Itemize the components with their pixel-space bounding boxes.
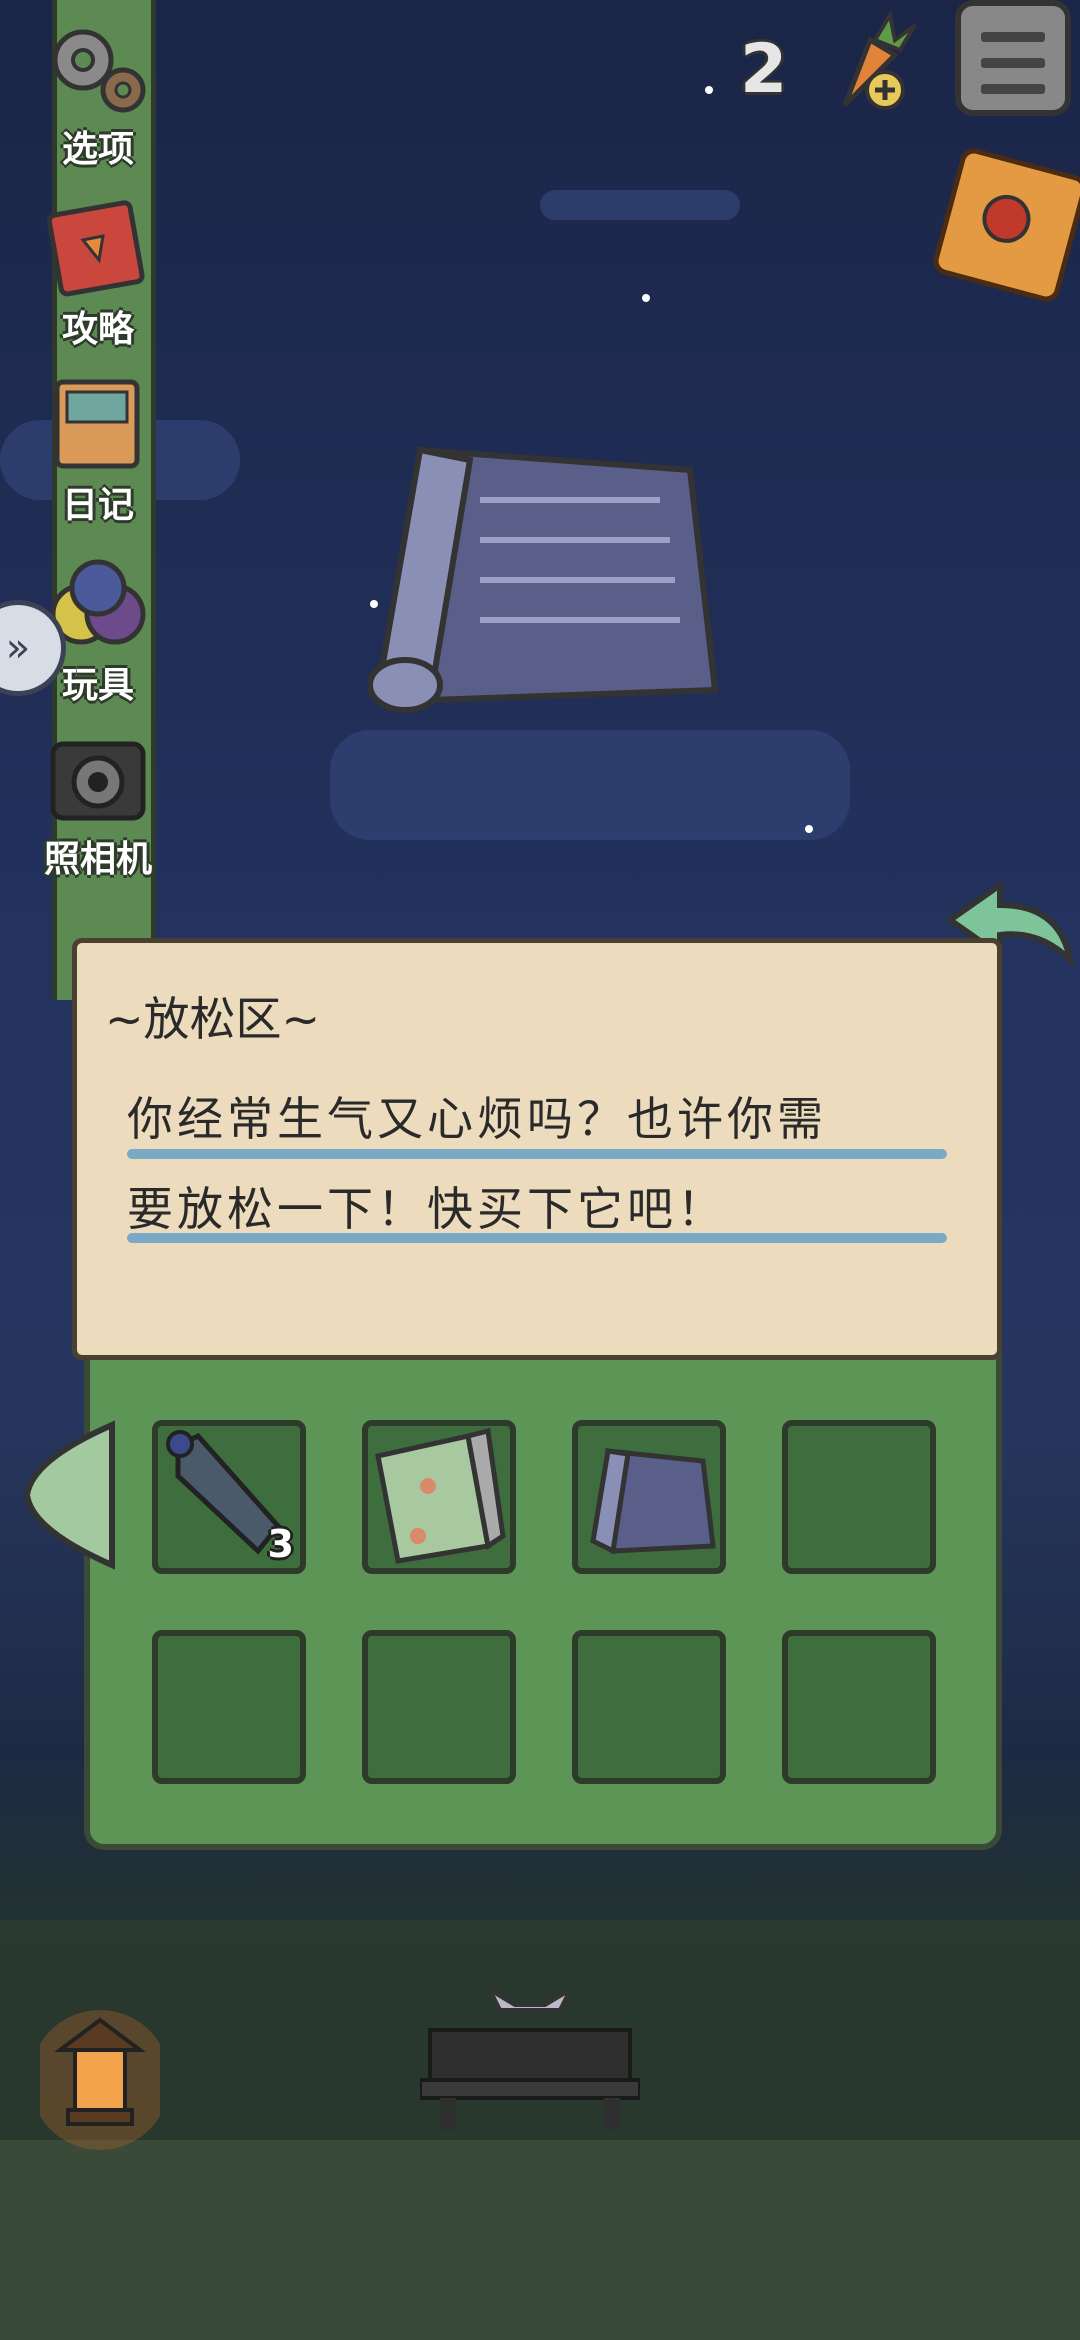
menu-button[interactable] — [955, 0, 1071, 116]
picnic-mat-icon — [375, 1427, 506, 1564]
rolled-mat-icon — [590, 1448, 716, 1555]
previous-page-arrow-button[interactable] — [22, 1420, 122, 1570]
inventory-slot[interactable] — [782, 1420, 936, 1574]
cloud — [330, 730, 850, 840]
item-category-title: ~放松区~ — [105, 992, 321, 1046]
camera-icon — [43, 730, 153, 830]
star — [705, 86, 713, 94]
cloud — [540, 190, 740, 220]
inventory-slot[interactable] — [572, 1630, 726, 1784]
item-description-line: 要放松一下！快买下它吧！ — [127, 1182, 727, 1236]
inventory-slot[interactable] — [362, 1420, 516, 1574]
divider — [127, 1149, 947, 1159]
item-info-panel: ~放松区~ 你经常生气又心烦吗？也许你需 要放松一下！快买下它吧！ — [72, 938, 1002, 1360]
star — [805, 825, 813, 833]
sidebar-item-camera[interactable]: 照相机 — [28, 730, 168, 882]
item-description-line: 你经常生气又心烦吗？也许你需 — [127, 1092, 827, 1146]
sidebar-item-label: 日记 — [61, 485, 134, 526]
sidebar-item-label: 照相机 — [43, 839, 152, 880]
inventory-grid: 3 — [84, 1330, 1002, 1850]
sidebar-item-label: 选项 — [61, 129, 134, 170]
carrot-plus-icon — [842, 9, 917, 110]
sidebar-item-options[interactable]: 选项 — [28, 20, 168, 172]
add-carrots-button[interactable] — [815, 9, 925, 120]
menu-icon-bar — [981, 32, 1045, 42]
inventory-slot[interactable] — [152, 1630, 306, 1784]
menu-icon-bar — [981, 58, 1045, 68]
inventory-slot[interactable] — [362, 1630, 516, 1784]
double-chevron-right-icon: » — [5, 625, 31, 671]
inventory-slot[interactable]: 3 — [152, 1420, 306, 1574]
ground — [0, 2140, 1080, 2340]
divider — [127, 1233, 947, 1243]
bench-with-rabbit — [420, 1990, 640, 2130]
inventory-slot[interactable] — [572, 1420, 726, 1574]
guide-book-icon — [43, 200, 153, 300]
menu-icon-bar — [981, 84, 1045, 94]
item-count: 3 — [267, 1522, 294, 1566]
glowing-lantern — [40, 2010, 160, 2150]
diary-icon — [43, 376, 153, 476]
featured-rolled-mat-image — [367, 446, 719, 713]
carrot-count: 2 — [740, 30, 788, 109]
inventory-slot[interactable] — [782, 1630, 936, 1784]
gear-icon — [43, 20, 153, 120]
sidebar-item-label: 攻略 — [61, 309, 134, 350]
star — [642, 294, 650, 302]
sidebar-item-guide[interactable]: 攻略 — [28, 200, 168, 352]
sidebar-item-diary[interactable]: 日记 — [28, 376, 168, 528]
